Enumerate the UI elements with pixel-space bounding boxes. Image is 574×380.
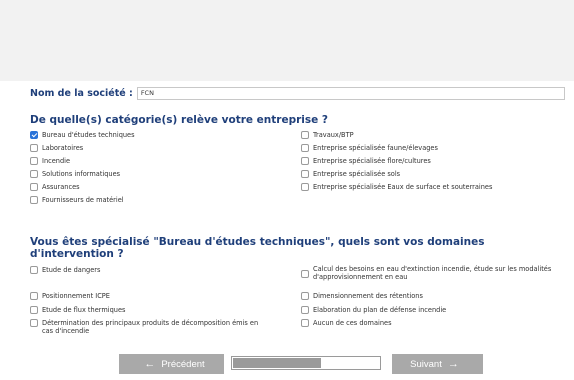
checkbox[interactable]	[30, 266, 38, 274]
option-laboratoires[interactable]: Laboratoires	[30, 144, 83, 152]
option-label: Bureau d'études techniques	[42, 131, 135, 139]
checkbox[interactable]	[301, 131, 309, 139]
checkbox[interactable]	[301, 292, 309, 300]
next-button[interactable]: Suivant →	[392, 354, 483, 374]
option-label: Incendie	[42, 157, 71, 165]
checkbox[interactable]	[301, 306, 309, 314]
option-label: Fournisseurs de matériel	[42, 196, 124, 204]
checkbox[interactable]	[30, 319, 38, 327]
option-label: Entreprise spécialisée sols	[313, 170, 401, 178]
header-band	[0, 0, 574, 81]
option-label: Dimensionnement des rétentions	[313, 292, 423, 300]
option-eaux-surface-souterraines[interactable]: Entreprise spécialisée Eaux de surface e…	[301, 183, 492, 191]
progress-bar	[231, 356, 381, 370]
option-assurances[interactable]: Assurances	[30, 183, 80, 191]
option-faune-elevages[interactable]: Entreprise spécialisée faune/élevages	[301, 144, 438, 152]
question-2-title: Vous êtes spécialisé "Bureau d'études te…	[30, 236, 485, 260]
checkbox[interactable]	[301, 319, 309, 327]
checkbox[interactable]	[30, 170, 38, 178]
option-flux-thermiques[interactable]: Etude de flux thermiques	[30, 306, 270, 314]
checkbox[interactable]	[30, 131, 38, 139]
checkbox[interactable]	[301, 144, 309, 152]
checkbox[interactable]	[301, 183, 309, 191]
option-label: Etude de flux thermiques	[42, 306, 126, 314]
company-name-input[interactable]: FCN	[136, 87, 565, 100]
option-flore-cultures[interactable]: Entreprise spécialisée flore/cultures	[301, 157, 431, 165]
option-positionnement-icpe[interactable]: Positionnement ICPE	[30, 292, 270, 300]
option-aucun-domaine[interactable]: Aucun de ces domaines	[301, 319, 392, 327]
option-sols[interactable]: Entreprise spécialisée sols	[301, 170, 400, 178]
option-label: Détermination des principaux produits de…	[42, 319, 259, 335]
option-label: Solutions informatiques	[42, 170, 121, 178]
option-incendie[interactable]: Incendie	[30, 157, 70, 165]
checkbox[interactable]	[301, 170, 309, 178]
checkbox[interactable]	[30, 196, 38, 204]
checkbox[interactable]	[30, 144, 38, 152]
company-row: Nom de la société : FCN	[30, 87, 565, 100]
arrow-left-icon: ←	[144, 358, 156, 370]
survey-form: Nom de la société : FCN De quelle(s) cat…	[0, 81, 574, 380]
previous-label: Précédent	[161, 358, 205, 370]
previous-button[interactable]: ← Précédent	[119, 354, 224, 374]
option-fournisseurs-materiel[interactable]: Fournisseurs de matériel	[30, 196, 124, 204]
option-etude-dangers[interactable]: Etude de dangers	[30, 266, 270, 274]
option-besoins-eau-extinction[interactable]: Calcul des besoins en eau d'extinction i…	[301, 265, 571, 281]
option-label: Etude de dangers	[42, 266, 101, 274]
option-label: Elaboration du plan de défense incendie	[313, 306, 447, 314]
option-solutions-informatiques[interactable]: Solutions informatiques	[30, 170, 120, 178]
option-dimensionnement-retentions[interactable]: Dimensionnement des rétentions	[301, 292, 423, 300]
option-label: Entreprise spécialisée flore/cultures	[313, 157, 431, 165]
option-bureau-etudes[interactable]: Bureau d'études techniques	[30, 131, 135, 139]
option-label: Positionnement ICPE	[42, 292, 110, 300]
navigation-bar: ← Précédent Suivant →	[0, 354, 574, 374]
arrow-right-icon: →	[447, 358, 459, 370]
option-plan-defense-incendie[interactable]: Elaboration du plan de défense incendie	[301, 306, 446, 314]
checkbox[interactable]	[30, 292, 38, 300]
option-produits-decomposition[interactable]: Détermination des principaux produits de…	[30, 319, 270, 335]
option-label: Assurances	[42, 183, 80, 191]
option-label: Calcul des besoins en eau d'extinction i…	[313, 265, 552, 281]
company-label: Nom de la société :	[30, 88, 133, 99]
option-label: Entreprise spécialisée Eaux de surface e…	[313, 183, 493, 191]
option-label: Aucun de ces domaines	[313, 319, 392, 327]
option-label: Travaux/BTP	[313, 131, 354, 139]
checkbox[interactable]	[30, 157, 38, 165]
next-label: Suivant	[410, 358, 442, 370]
checkbox[interactable]	[30, 183, 38, 191]
progress-fill	[233, 358, 321, 368]
option-label: Laboratoires	[42, 144, 84, 152]
option-travaux-btp[interactable]: Travaux/BTP	[301, 131, 354, 139]
checkbox[interactable]	[301, 157, 309, 165]
checkbox[interactable]	[30, 306, 38, 314]
question-1-title: De quelle(s) catégorie(s) relève votre e…	[30, 114, 329, 126]
checkbox[interactable]	[301, 270, 309, 278]
option-label: Entreprise spécialisée faune/élevages	[313, 144, 438, 152]
